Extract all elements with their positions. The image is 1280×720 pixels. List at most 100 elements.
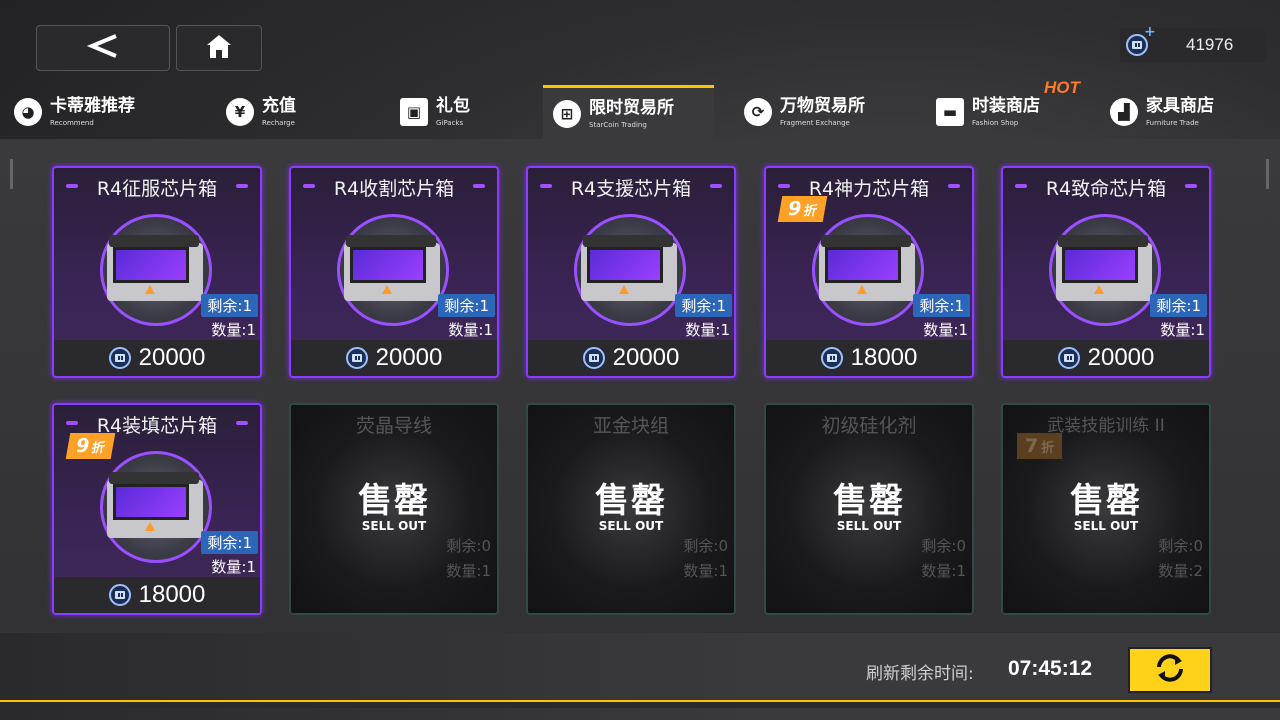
starcoin-icon bbox=[820, 347, 843, 369]
item-price: 20000 bbox=[612, 344, 680, 371]
shop-item-card[interactable]: R4致命芯片箱 剩余:1 数量:1 20000 bbox=[1001, 166, 1211, 378]
item-quantity: 数量:1 bbox=[211, 321, 256, 339]
gift-icon: ▣ bbox=[400, 98, 428, 126]
soldout-zh: 售罄 bbox=[358, 481, 430, 521]
item-price: 18000 bbox=[138, 581, 206, 608]
soldout-label: 售罄 SELL OUT bbox=[291, 483, 497, 533]
price-bar: 20000 bbox=[291, 340, 497, 376]
soldout-item-card[interactable]: 荧晶导线 剩余:0 数量:1 售罄 SELL OUT bbox=[289, 403, 499, 615]
refresh-label: 刷新剩余时间: bbox=[866, 664, 974, 684]
soldout-label: 售罄 SELL OUT bbox=[1003, 483, 1209, 533]
hot-badge: HOT bbox=[1044, 78, 1080, 97]
remaining-badge: 剩余:0 bbox=[921, 537, 966, 555]
panel-edge-mark bbox=[10, 159, 13, 189]
shop-item-card[interactable]: R4收割芯片箱 剩余:1 数量:1 20000 bbox=[289, 166, 499, 378]
tab-fragment-exchange[interactable]: ⟳ 万物贸易所 Fragment Exchange bbox=[744, 85, 914, 139]
home-icon bbox=[204, 32, 234, 64]
item-price: 18000 bbox=[850, 344, 918, 371]
soldout-en: SELL OUT bbox=[361, 519, 427, 533]
soldout-en: SELL OUT bbox=[1073, 519, 1139, 533]
item-quantity: 数量:1 bbox=[446, 562, 491, 580]
starcoin-icon bbox=[582, 347, 605, 369]
tab-starcoin-trading[interactable]: ⊞ 限时贸易所 StarCoin Trading bbox=[543, 85, 714, 139]
item-name: R4征服芯片箱 bbox=[96, 178, 218, 200]
soldout-label: 售罄 SELL OUT bbox=[766, 483, 972, 533]
item-quantity: 数量:1 bbox=[921, 562, 966, 580]
tab-label: 时装商店 bbox=[972, 96, 1040, 116]
tab-sublabel: Recharge bbox=[262, 119, 295, 127]
price-bar: 18000 bbox=[54, 577, 260, 613]
item-name: 亚金块组 bbox=[592, 415, 669, 437]
starcoin-balance[interactable]: + 41976 bbox=[1120, 24, 1266, 62]
grid-icon: ⊞ bbox=[553, 99, 581, 128]
chip-box-icon bbox=[812, 214, 924, 326]
item-quantity: 数量:1 bbox=[448, 321, 493, 339]
remaining-badge: 剩余:0 bbox=[1158, 537, 1203, 555]
item-quantity: 数量:1 bbox=[1160, 321, 1205, 339]
discount-suffix: 折 bbox=[1041, 441, 1055, 456]
chip-box-icon bbox=[100, 214, 212, 326]
tab-label: 限时贸易所 bbox=[589, 97, 674, 118]
back-button[interactable] bbox=[36, 25, 170, 71]
item-quantity: 数量:1 bbox=[211, 558, 256, 576]
discount-value: 9 bbox=[74, 435, 92, 457]
tab-label: 充值 bbox=[262, 96, 296, 116]
tab-sublabel: Furniture Trade bbox=[1146, 119, 1199, 127]
remaining-badge: 剩余:1 bbox=[201, 294, 258, 317]
chip-box-icon bbox=[337, 214, 449, 326]
remaining-badge: 剩余:1 bbox=[675, 294, 732, 317]
item-price: 20000 bbox=[138, 344, 206, 371]
starcoin-icon bbox=[1057, 347, 1080, 369]
shop-item-card[interactable]: R4支援芯片箱 剩余:1 数量:1 20000 bbox=[526, 166, 736, 378]
remaining-badge: 剩余:1 bbox=[1150, 294, 1207, 317]
item-name: 荧晶导线 bbox=[355, 415, 432, 437]
remaining-badge: 剩余:1 bbox=[913, 294, 970, 317]
tab-sublabel: GiPacks bbox=[436, 119, 464, 127]
tab-label: 家具商店 bbox=[1146, 96, 1214, 116]
discount-badge: 9折 bbox=[777, 196, 828, 222]
soldout-zh: 售罄 bbox=[1070, 481, 1142, 521]
add-currency-icon[interactable]: + bbox=[1144, 24, 1156, 40]
item-name: 初级硅化剂 bbox=[821, 415, 917, 437]
shop-item-card[interactable]: R4装填芯片箱 9折 剩余:1 数量:1 18000 bbox=[52, 403, 262, 615]
chip-box-icon bbox=[1049, 214, 1161, 326]
remaining-badge: 剩余:0 bbox=[683, 537, 728, 555]
item-name: R4支援芯片箱 bbox=[570, 178, 692, 200]
shop-tab-bar: ◕ 卡蒂雅推荐 Recommend ¥ 充值 Recharge ▣ 礼包 GiPack… bbox=[0, 85, 1280, 139]
shop-item-card[interactable]: R4征服芯片箱 剩余:1 数量:1 20000 bbox=[52, 166, 262, 378]
sofa-icon: ▟ bbox=[1110, 98, 1138, 126]
discount-badge: 9折 bbox=[65, 433, 116, 459]
discount-value: 9 bbox=[786, 198, 804, 220]
item-name: R4收割芯片箱 bbox=[333, 178, 455, 200]
soldout-item-card[interactable]: 亚金块组 剩余:0 数量:1 售罄 SELL OUT bbox=[526, 403, 736, 615]
remaining-badge: 剩余:0 bbox=[446, 537, 491, 555]
refresh-icon bbox=[1153, 653, 1187, 687]
soldout-item-card[interactable]: 初级硅化剂 剩余:0 数量:1 售罄 SELL OUT bbox=[764, 403, 974, 615]
tab-sublabel: Fashion Shop bbox=[972, 119, 1019, 127]
home-button[interactable] bbox=[176, 25, 262, 71]
tab-recharge[interactable]: ¥ 充值 Recharge bbox=[226, 85, 346, 139]
item-price: 20000 bbox=[1087, 344, 1155, 371]
shop-item-card[interactable]: R4神力芯片箱 9折 剩余:1 数量:1 18000 bbox=[764, 166, 974, 378]
discount-value: 7 bbox=[1025, 435, 1039, 457]
item-price: 20000 bbox=[375, 344, 443, 371]
price-bar: 20000 bbox=[1003, 340, 1209, 376]
remaining-badge: 剩余:1 bbox=[201, 531, 258, 554]
exchange-icon: ⟳ bbox=[744, 98, 772, 126]
tab-giftpacks[interactable]: ▣ 礼包 GiPacks bbox=[400, 85, 520, 139]
tab-label: 万物贸易所 bbox=[780, 96, 865, 116]
discount-suffix: 折 bbox=[802, 204, 819, 219]
soldout-item-card[interactable]: 武装技能训练 II 7折 剩余:0 数量:2 售罄 SELL OUT bbox=[1001, 403, 1211, 615]
tab-sublabel: Fragment Exchange bbox=[780, 119, 850, 127]
soldout-zh: 售罄 bbox=[595, 481, 667, 521]
soldout-en: SELL OUT bbox=[598, 519, 664, 533]
item-quantity: 数量:1 bbox=[683, 562, 728, 580]
bottom-accent-line bbox=[0, 700, 1280, 708]
price-bar: 18000 bbox=[766, 340, 972, 376]
refresh-button[interactable] bbox=[1128, 647, 1212, 693]
shop-icon: ▬ bbox=[936, 98, 964, 126]
tab-recommend[interactable]: ◕ 卡蒂雅推荐 Recommend bbox=[14, 85, 184, 139]
tab-furniture-trade[interactable]: ▟ 家具商店 Furniture Trade bbox=[1110, 85, 1260, 139]
starcoin-icon bbox=[108, 584, 131, 606]
item-quantity: 数量:1 bbox=[685, 321, 730, 339]
